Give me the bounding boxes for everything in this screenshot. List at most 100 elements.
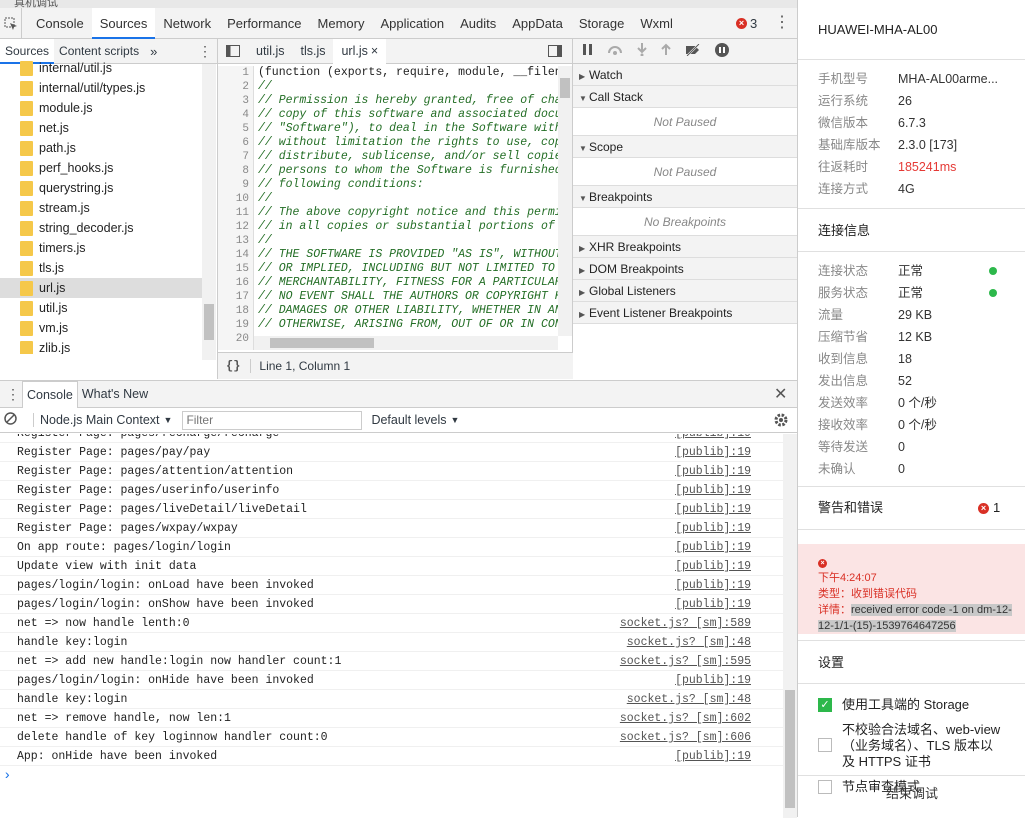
setting-label: 不校验合法域名、web-view（业务域名）、TLS 版本以及 HTTPS 证书 bbox=[842, 722, 1001, 769]
editor-hscrollbar[interactable] bbox=[254, 336, 558, 350]
tab-audits[interactable]: Audits bbox=[452, 8, 504, 39]
setting-checkbox-row[interactable]: ✓ 使用工具端的 Storage bbox=[798, 694, 1025, 716]
clear-console-icon[interactable] bbox=[4, 412, 17, 428]
debugger-section-breakpoints[interactable]: ▼ Breakpoints bbox=[573, 186, 797, 208]
file-tree-item[interactable]: zlib.js bbox=[0, 338, 202, 354]
log-source-link[interactable]: socket.js? [sm]:595 bbox=[620, 652, 751, 671]
file-tree-item[interactable]: module.js bbox=[0, 98, 202, 118]
tab-network[interactable]: Network bbox=[155, 8, 219, 39]
debugger-section-dom-breakpoints[interactable]: ▶ DOM Breakpoints bbox=[573, 258, 797, 280]
step-over-icon[interactable] bbox=[607, 44, 623, 58]
close-icon[interactable]: × bbox=[371, 44, 378, 58]
end-debug-button[interactable]: 结束调试 bbox=[798, 775, 1025, 811]
step-into-icon[interactable] bbox=[637, 43, 647, 59]
log-source-link[interactable]: [publib]:19 bbox=[675, 500, 751, 519]
info-key: 基础库版本 bbox=[818, 138, 881, 152]
tab-sources[interactable]: Sources bbox=[91, 8, 156, 39]
step-out-icon[interactable] bbox=[661, 43, 671, 59]
log-source-link[interactable]: [publib]:19 bbox=[675, 481, 751, 500]
log-source-link[interactable]: [publib]:19 bbox=[675, 462, 751, 481]
tab-application[interactable]: Application bbox=[372, 8, 452, 39]
tab-whats-new[interactable]: What's New bbox=[78, 381, 152, 408]
inspect-element-icon[interactable] bbox=[0, 8, 22, 39]
tab-console[interactable]: Console bbox=[28, 8, 92, 39]
tab-console-drawer[interactable]: Console bbox=[22, 380, 78, 408]
file-tree-item[interactable]: net.js bbox=[0, 118, 202, 138]
checkbox[interactable]: ✓ bbox=[818, 698, 832, 712]
pause-icon[interactable] bbox=[583, 44, 593, 58]
error-count-badge[interactable]: × 3 bbox=[736, 16, 757, 31]
file-tree-item[interactable]: vm.js bbox=[0, 318, 202, 338]
navigator-scroll-thumb[interactable] bbox=[204, 304, 214, 340]
log-source-link[interactable]: [publib]:19 bbox=[675, 747, 751, 766]
console-scrollbar[interactable] bbox=[783, 434, 797, 818]
debugger-section-global-listeners[interactable]: ▶ Global Listeners bbox=[573, 280, 797, 302]
file-tree-item[interactable]: internal/util/types.js bbox=[0, 78, 202, 98]
debugger-section-event-listener-breakpoints[interactable]: ▶ Event Listener Breakpoints bbox=[573, 302, 797, 324]
file-tree-item[interactable]: tls.js bbox=[0, 258, 202, 278]
debugger-section-watch[interactable]: ▶ Watch bbox=[573, 64, 797, 86]
log-source-link[interactable]: [publib]:19 bbox=[675, 671, 751, 690]
debugger-section-call-stack[interactable]: ▼ Call Stack bbox=[573, 86, 797, 108]
log-source-link[interactable]: [publib]:19 bbox=[675, 538, 751, 557]
toggle-navigator-icon[interactable] bbox=[218, 45, 248, 57]
file-tree-item[interactable]: timers.js bbox=[0, 238, 202, 258]
file-tree-item[interactable]: string_decoder.js bbox=[0, 218, 202, 238]
tab-performance[interactable]: Performance bbox=[219, 8, 309, 39]
file-tree-item[interactable]: stream.js bbox=[0, 198, 202, 218]
console-settings-gear-icon[interactable] bbox=[773, 412, 789, 431]
pause-on-exceptions-icon[interactable] bbox=[715, 42, 729, 60]
code-lines[interactable]: (function (exports, require, module, __f… bbox=[258, 66, 558, 350]
pretty-print-button[interactable]: {} bbox=[218, 359, 250, 373]
log-source-link[interactable]: socket.js? [sm]:602 bbox=[620, 709, 751, 728]
toggle-debugger-icon[interactable] bbox=[548, 45, 562, 60]
more-tabs-chevron-icon[interactable]: » bbox=[150, 44, 157, 59]
log-source-link[interactable]: socket.js? [sm]:606 bbox=[620, 728, 751, 747]
devtools-menu-icon[interactable]: ⋮ bbox=[774, 15, 790, 31]
file-tree-item[interactable]: perf_hooks.js bbox=[0, 158, 202, 178]
warnings-header[interactable]: 警告和错误 × 1 bbox=[798, 486, 1025, 530]
editor-hscroll-thumb[interactable] bbox=[270, 338, 374, 348]
setting-checkbox-row[interactable]: 不校验合法域名、web-view（业务域名）、TLS 版本以及 HTTPS 证书 bbox=[798, 722, 1025, 770]
context-selector[interactable]: Node.js Main Context ▼ bbox=[33, 413, 172, 427]
file-tree-item[interactable]: util.js bbox=[0, 298, 202, 318]
tab-memory[interactable]: Memory bbox=[310, 8, 373, 39]
log-source-link[interactable]: socket.js? [sm]:589 bbox=[620, 614, 751, 633]
deactivate-breakpoints-icon[interactable] bbox=[685, 42, 701, 59]
file-tree-item[interactable]: url.js bbox=[0, 278, 202, 298]
console-filter-input[interactable] bbox=[182, 410, 363, 430]
console-prompt[interactable]: › bbox=[3, 768, 11, 784]
editor-vscroll-thumb[interactable] bbox=[560, 78, 570, 98]
navigator-menu-icon[interactable]: ⋮ bbox=[198, 43, 212, 60]
navigator-scrollbar[interactable] bbox=[202, 64, 216, 360]
expand-arrow-icon: ▶ bbox=[579, 288, 586, 297]
file-tree-item[interactable]: path.js bbox=[0, 138, 202, 158]
console-log-area[interactable]: Register Page: pages/recharge/recharge [p… bbox=[0, 434, 783, 818]
log-source-link[interactable]: [publib]:19 bbox=[675, 519, 751, 538]
log-source-link[interactable]: socket.js? [sm]:48 bbox=[627, 690, 751, 709]
code-view[interactable]: 1 2 3 4 5 6 7 8 9 10 11 12 13 14 15 16 17 18 19 20 (functio… bbox=[218, 66, 573, 350]
file-tree-item[interactable]: internal/util.js bbox=[0, 58, 202, 78]
tab-storage[interactable]: Storage bbox=[571, 8, 633, 39]
drawer-menu-icon[interactable]: ⋮ bbox=[6, 381, 20, 408]
checkbox[interactable] bbox=[818, 738, 832, 752]
debugger-section-xhr-breakpoints[interactable]: ▶ XHR Breakpoints bbox=[573, 236, 797, 258]
log-source-link[interactable]: [publib]:19 bbox=[675, 595, 751, 614]
file-tree-item[interactable]: querystring.js bbox=[0, 178, 202, 198]
close-drawer-icon[interactable]: ✕ bbox=[774, 381, 787, 408]
editor-tab-url-js[interactable]: url.js × bbox=[333, 38, 387, 64]
log-source-link[interactable]: socket.js? [sm]:48 bbox=[627, 633, 751, 652]
log-levels-dropdown[interactable]: Default levels ▼ bbox=[371, 413, 459, 427]
tab-wxml[interactable]: Wxml bbox=[632, 8, 681, 39]
log-source-link[interactable]: [publib]:19 bbox=[675, 557, 751, 576]
editor-tab-util-js[interactable]: util.js bbox=[248, 39, 292, 64]
tab-appdata[interactable]: AppData bbox=[504, 8, 571, 39]
editor-tab-tls-js[interactable]: tls.js bbox=[292, 39, 333, 64]
editor-vscrollbar[interactable] bbox=[558, 66, 572, 336]
log-source-link[interactable]: [publib]:19 bbox=[675, 443, 751, 462]
debugger-section-scope[interactable]: ▼ Scope bbox=[573, 136, 797, 158]
file-name: url.js bbox=[39, 281, 66, 295]
log-source-link[interactable]: [publib]:19 bbox=[675, 576, 751, 595]
log-source-link[interactable]: [publib]:19 bbox=[675, 434, 751, 443]
console-scroll-thumb[interactable] bbox=[785, 690, 795, 808]
